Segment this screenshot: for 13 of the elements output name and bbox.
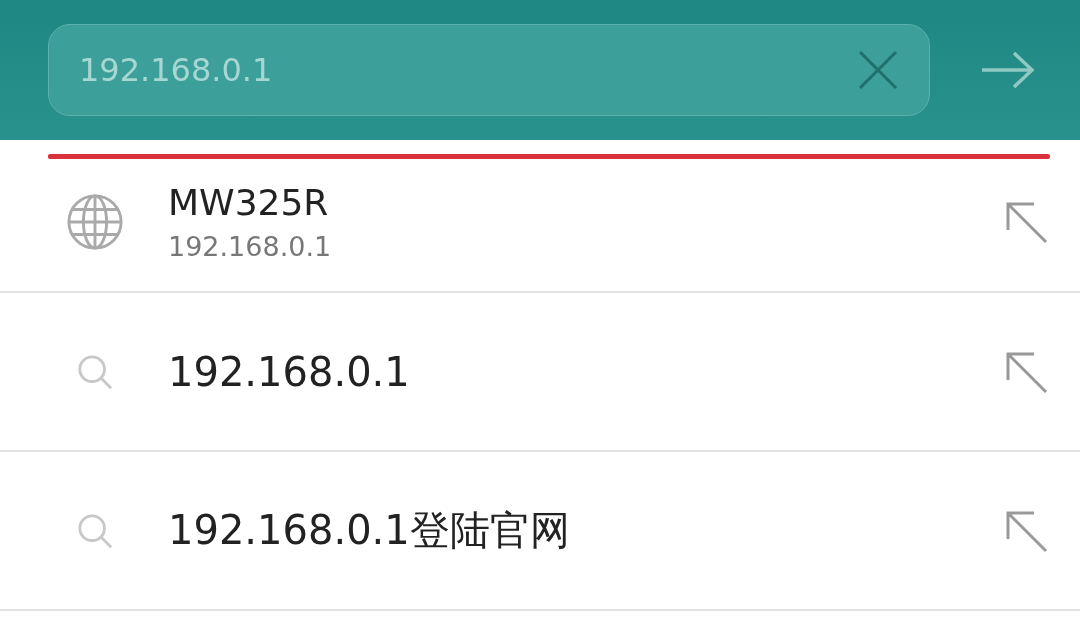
suggestion-item[interactable]: MW325R 192.168.0.1 (0, 153, 1080, 293)
suggestion-text: 192.168.0.1登陆官网 (168, 506, 571, 555)
site-url: 192.168.0.1 (168, 231, 333, 262)
globe-icon (66, 193, 124, 251)
suggestion-text: 192.168.0.1 (168, 348, 411, 395)
arrow-up-left-icon[interactable] (1004, 200, 1048, 244)
suggestion-item[interactable]: 192.168.0.1登陆官网 (0, 452, 1080, 611)
search-icon (76, 352, 114, 391)
site-title: MW325R (168, 182, 330, 223)
search-icon (76, 511, 114, 550)
suggestion-item[interactable]: 192.168.0.1 (0, 293, 1080, 452)
arrow-right-icon[interactable] (980, 50, 1036, 90)
close-icon[interactable] (856, 48, 900, 92)
